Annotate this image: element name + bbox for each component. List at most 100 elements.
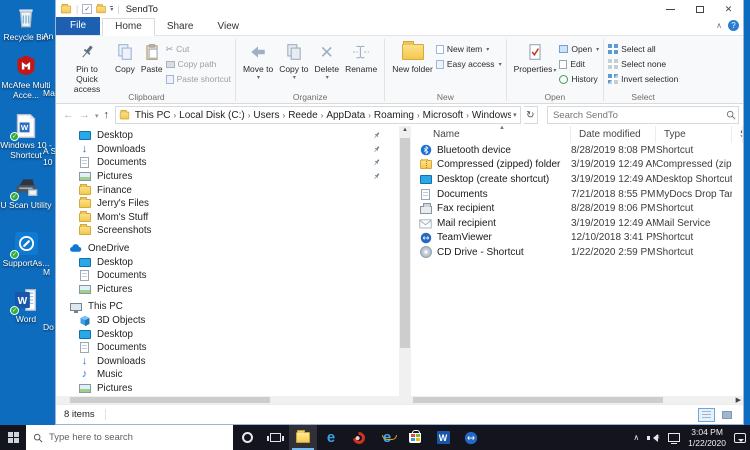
show-hidden-icons-icon[interactable] — [633, 432, 639, 443]
file-row-cd-drive-shortcut[interactable]: CD Drive - Shortcut1/22/2020 2:59 PMShor… — [411, 245, 743, 260]
tab-share[interactable]: Share — [155, 19, 206, 35]
scroll-right-icon[interactable]: ▶ — [736, 396, 741, 404]
open-button[interactable]: Open — [559, 42, 599, 56]
file-row-documents[interactable]: Documents7/21/2018 8:55 PMMyDocs Drop Ta… — [411, 187, 743, 202]
invert-selection-button[interactable]: Invert selection — [608, 72, 678, 86]
copy-button[interactable]: Copy — [112, 39, 138, 76]
breadcrumb-appdata[interactable]: AppData — [323, 110, 368, 121]
paste-button[interactable]: Paste — [138, 39, 166, 76]
column-header-size[interactable]: Size — [732, 126, 743, 143]
network-icon[interactable] — [668, 433, 680, 442]
desktop-icon-supportas-[interactable]: ✓SupportAs... — [0, 230, 52, 268]
taskbar-word-icon[interactable]: W — [429, 425, 457, 450]
sidebar-item-finance[interactable]: Finance — [56, 183, 399, 197]
qat-customize-icon[interactable]: ▾ — [110, 6, 113, 13]
nav-vertical-scrollbar[interactable]: ▲ — [399, 126, 411, 396]
qat-properties-icon[interactable]: ✓ — [82, 4, 92, 14]
breadcrumb-reede[interactable]: Reede — [285, 110, 320, 121]
paste-shortcut-button[interactable]: Paste shortcut — [166, 72, 231, 86]
taskbar-cortana-icon[interactable] — [233, 425, 261, 450]
address-dropdown-icon[interactable]: ▾ — [513, 112, 517, 119]
new-item-button[interactable]: New item — [436, 42, 502, 56]
file-row-fax-recipient[interactable]: Fax recipient8/28/2019 8:06 PMShortcut — [411, 201, 743, 216]
tab-view[interactable]: View — [206, 19, 252, 35]
file-row-compressed-zipped-folder[interactable]: Compressed (zipped) folder3/19/2019 12:4… — [411, 158, 743, 173]
file-row-teamviewer[interactable]: TeamViewer12/10/2018 3:41 PMShortcut — [411, 231, 743, 246]
sidebar-item-documents[interactable]: Documents — [56, 156, 399, 170]
breadcrumb-local-disk-c-[interactable]: Local Disk (C:) — [176, 110, 248, 121]
breadcrumb-this-pc[interactable]: This PC — [132, 110, 174, 121]
sidebar-item-downloads[interactable]: ↓Downloads — [56, 355, 399, 369]
sidebar-item-documents[interactable]: Documents — [56, 269, 399, 283]
history-button[interactable]: History — [559, 72, 599, 86]
help-icon[interactable]: ? — [728, 20, 739, 31]
list-horizontal-scrollbar[interactable]: ▶ — [411, 396, 743, 404]
close-button[interactable] — [714, 0, 743, 18]
minimize-ribbon-icon[interactable] — [716, 20, 722, 31]
easy-access-button[interactable]: Easy access — [436, 57, 502, 71]
back-button[interactable] — [63, 109, 74, 121]
new-folder-button[interactable]: New folder — [389, 39, 436, 76]
breadcrumb-users[interactable]: Users — [250, 110, 282, 121]
taskbar-taskview-icon[interactable] — [261, 425, 289, 450]
select-none-button[interactable]: Select none — [608, 57, 678, 71]
taskbar-tvcircle-icon[interactable] — [457, 425, 485, 450]
sidebar-item-jerry-s-files[interactable]: Jerry's Files — [56, 197, 399, 211]
sidebar-item-this-pc[interactable]: This PC — [56, 300, 399, 314]
edit-button[interactable]: Edit — [559, 57, 599, 71]
sidebar-item-downloads[interactable]: ↓Downloads — [56, 143, 399, 157]
qat-new-folder-icon[interactable] — [97, 5, 107, 12]
move-to-button[interactable]: Move to — [240, 39, 276, 83]
column-header-date-modified[interactable]: Date modified — [571, 126, 656, 143]
up-button[interactable] — [104, 109, 110, 121]
maximize-button[interactable] — [685, 0, 714, 18]
minimize-button[interactable] — [656, 0, 685, 18]
file-row-desktop-create-shortcut-[interactable]: Desktop (create shortcut)3/19/2019 12:49… — [411, 172, 743, 187]
sidebar-item-desktop[interactable]: Desktop — [56, 129, 399, 143]
column-header-type[interactable]: Type — [656, 126, 732, 143]
select-all-button[interactable]: Select all — [608, 42, 678, 56]
sidebar-item-documents[interactable]: Documents — [56, 341, 399, 355]
volume-muted-icon[interactable]: ✕ — [647, 433, 660, 443]
sidebar-item-pictures[interactable]: Pictures — [56, 382, 399, 396]
recent-locations-icon[interactable] — [95, 109, 99, 121]
taskbar-edge-icon[interactable]: e — [317, 425, 345, 450]
file-row-bluetooth-device[interactable]: Bluetooth device8/28/2019 8:08 PMShortcu… — [411, 143, 743, 158]
sidebar-item-mom-s-stuff[interactable]: Mom's Stuff — [56, 211, 399, 225]
breadcrumb-windows[interactable]: Windows — [469, 110, 511, 121]
taskbar-explorer-icon[interactable] — [289, 425, 317, 450]
desktop-icon-word[interactable]: W✓Word — [0, 286, 52, 324]
sidebar-item-screenshots[interactable]: Screenshots — [56, 224, 399, 238]
start-button[interactable] — [0, 425, 26, 450]
pin-to-quick-access-button[interactable]: Pin to Quick access — [62, 39, 112, 95]
column-header-name[interactable]: Name — [411, 126, 571, 143]
desktop-icon-u-scan-utility[interactable]: ✓U Scan Utility — [0, 172, 52, 210]
sidebar-item-pictures[interactable]: Pictures — [56, 283, 399, 297]
scrollbar-up-icon[interactable]: ▲ — [399, 127, 411, 133]
sidebar-item-desktop[interactable]: Desktop — [56, 327, 399, 341]
tab-home[interactable]: Home — [102, 18, 155, 36]
sidebar-item-desktop[interactable]: Desktop — [56, 255, 399, 269]
address-bar[interactable]: This PC›Local Disk (C:)›Users›Reede›AppD… — [115, 106, 521, 124]
taskbar-clock[interactable]: 3:04 PM 1/22/2020 — [688, 427, 726, 447]
action-center-icon[interactable] — [734, 433, 746, 443]
taskbar-search[interactable]: Type here to search — [26, 425, 233, 450]
breadcrumb-roaming[interactable]: Roaming — [371, 110, 417, 121]
copy-to-button[interactable]: Copy to — [276, 39, 311, 83]
sidebar-item-pictures[interactable]: Pictures — [56, 170, 399, 184]
delete-button[interactable]: ✕ Delete — [311, 39, 342, 83]
breadcrumb-microsoft[interactable]: Microsoft — [420, 110, 467, 121]
nav-horizontal-scrollbar[interactable] — [56, 396, 411, 404]
sidebar-item-3d-objects[interactable]: 3D Objects — [56, 314, 399, 328]
scrollbar-thumb[interactable] — [400, 138, 410, 348]
properties-button[interactable]: Properties — [511, 39, 560, 76]
large-icons-view-button[interactable] — [718, 408, 735, 422]
copy-path-button[interactable]: Copy path — [166, 57, 231, 71]
forward-button[interactable] — [79, 109, 90, 121]
taskbar-store-icon[interactable] — [401, 425, 429, 450]
tab-file[interactable]: File — [56, 17, 100, 35]
file-row-mail-recipient[interactable]: Mail recipient3/19/2019 12:49 AMMail Ser… — [411, 216, 743, 231]
cut-button[interactable]: Cut — [166, 42, 231, 56]
sidebar-item-onedrive[interactable]: OneDrive — [56, 242, 399, 256]
search-input[interactable] — [548, 110, 724, 121]
